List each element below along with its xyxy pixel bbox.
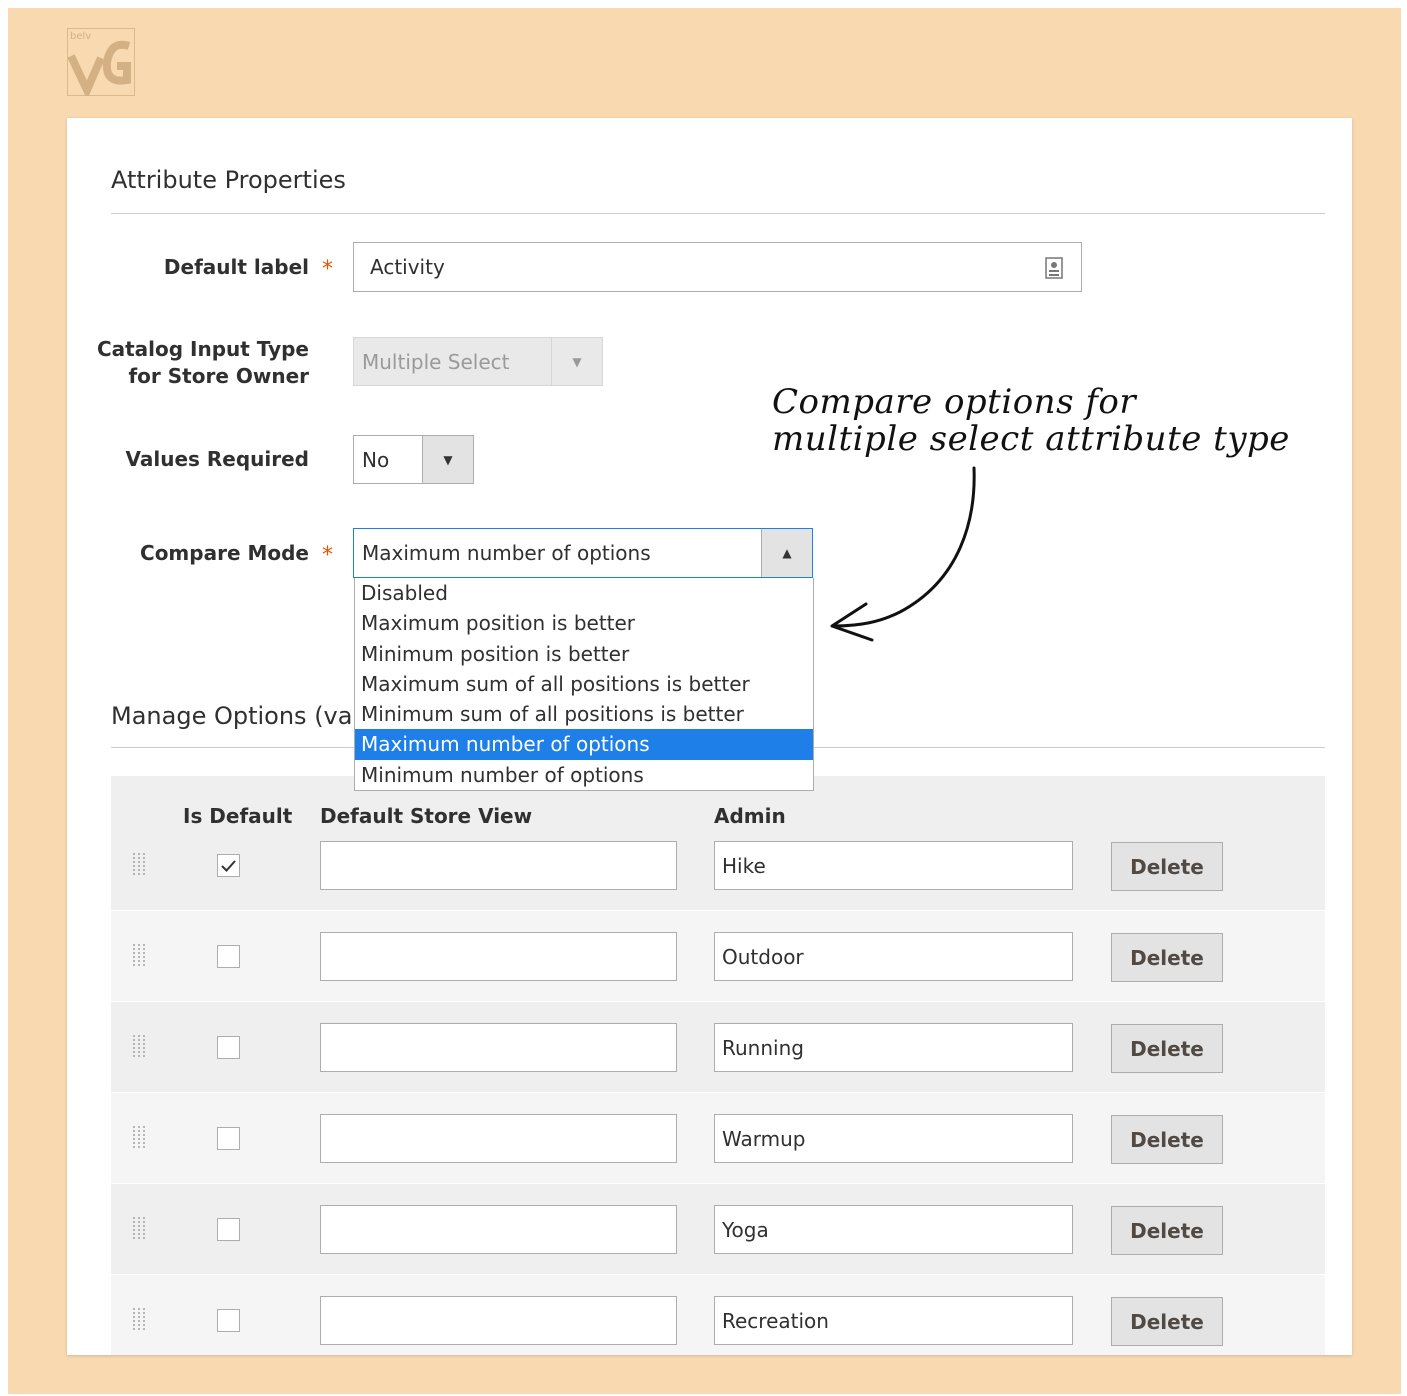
compare-mode-option-selected[interactable]: Maximum number of options — [355, 729, 813, 760]
delete-button[interactable]: Delete — [1111, 1206, 1223, 1255]
compare-mode-option[interactable]: Minimum position is better — [355, 639, 813, 669]
table-row: Outdoor Delete — [111, 911, 1325, 1002]
catalog-input-type-label-line2: for Store Owner — [128, 364, 309, 388]
compare-mode-option[interactable]: Minimum sum of all positions is better — [355, 699, 813, 729]
table-row: Yoga Delete — [111, 1184, 1325, 1275]
default-label-value: Activity — [370, 255, 445, 279]
admin-value: Outdoor — [722, 944, 804, 969]
section-divider — [111, 213, 1325, 214]
annotation-arrow-icon — [830, 466, 976, 642]
table-row: Hike Delete — [111, 820, 1325, 911]
annotation-line2: multiple select attribute type — [772, 419, 1290, 459]
is-default-checkbox[interactable] — [217, 854, 240, 877]
is-default-checkbox[interactable] — [217, 1036, 240, 1059]
delete-button[interactable]: Delete — [1111, 1024, 1223, 1073]
admin-value-input[interactable]: Warmup — [714, 1114, 1073, 1163]
catalog-input-type-value: Multiple Select — [362, 349, 510, 374]
logo-text: belv — [70, 31, 91, 42]
chevron-up-icon[interactable]: ▲ — [761, 529, 812, 577]
admin-value: Running — [722, 1035, 804, 1060]
drag-handle-icon[interactable] — [133, 1126, 147, 1148]
default-store-view-input[interactable] — [320, 1296, 677, 1345]
default-store-view-input[interactable] — [320, 1205, 677, 1254]
values-required-label: Values Required — [125, 447, 309, 471]
compare-mode-option[interactable]: Disabled — [355, 578, 813, 608]
belvg-logo-icon: belv — [67, 28, 135, 96]
compare-mode-select[interactable]: Maximum number of options ▲ — [353, 528, 813, 578]
compare-mode-dropdown[interactable]: Disabled Maximum position is better Mini… — [354, 578, 814, 792]
table-row: Warmup Delete — [111, 1093, 1325, 1184]
admin-value-input[interactable]: Recreation — [714, 1296, 1073, 1345]
admin-value: Warmup — [722, 1126, 806, 1151]
checkmark-icon — [221, 859, 236, 872]
admin-value: Recreation — [722, 1308, 829, 1333]
admin-value: Hike — [722, 853, 766, 878]
delete-button[interactable]: Delete — [1111, 1115, 1223, 1164]
values-required-select[interactable]: No ▼ — [353, 435, 474, 484]
admin-value-input[interactable]: Outdoor — [714, 932, 1073, 981]
default-store-view-input[interactable] — [320, 1114, 677, 1163]
drag-handle-icon[interactable] — [133, 1035, 147, 1057]
options-grid: Is Default Default Store View Admin Hike… — [111, 776, 1325, 1355]
default-store-view-input[interactable] — [320, 841, 677, 890]
chevron-down-icon[interactable]: ▼ — [422, 436, 473, 483]
attribute-panel: Attribute Properties Default label * Act… — [67, 118, 1352, 1355]
drag-handle-icon[interactable] — [133, 853, 147, 875]
default-label-label: Default label — [163, 255, 309, 279]
default-store-view-input[interactable] — [320, 1023, 677, 1072]
chevron-down-icon: ▼ — [551, 338, 602, 385]
catalog-input-type-select: Multiple Select ▼ — [353, 337, 603, 386]
contact-card-icon[interactable] — [1045, 257, 1063, 279]
table-row: Recreation Delete — [111, 1275, 1325, 1355]
is-default-checkbox[interactable] — [217, 1127, 240, 1150]
drag-handle-icon[interactable] — [133, 944, 147, 966]
required-mark: * — [322, 543, 333, 568]
annotation-note: Compare options for multiple select attr… — [772, 384, 1290, 458]
annotation-line1: Compare options for — [772, 382, 1137, 422]
compare-mode-value: Maximum number of options — [362, 541, 651, 565]
section-title-attribute-properties: Attribute Properties — [111, 166, 346, 194]
admin-value-input[interactable]: Hike — [714, 841, 1073, 890]
admin-value-input[interactable]: Running — [714, 1023, 1073, 1072]
admin-value-input[interactable]: Yoga — [714, 1205, 1073, 1254]
catalog-input-type-label-line1: Catalog Input Type — [96, 337, 309, 361]
table-row: Running Delete — [111, 1002, 1325, 1093]
values-required-value: No — [362, 447, 390, 472]
compare-mode-option[interactable]: Maximum sum of all positions is better — [355, 669, 813, 699]
compare-mode-option[interactable]: Maximum position is better — [355, 608, 813, 638]
compare-mode-label: Compare Mode — [140, 541, 309, 565]
required-mark: * — [322, 257, 333, 282]
compare-mode-option[interactable]: Minimum number of options — [355, 760, 813, 790]
is-default-checkbox[interactable] — [217, 945, 240, 968]
drag-handle-icon[interactable] — [133, 1217, 147, 1239]
default-label-input[interactable]: Activity — [353, 242, 1082, 292]
is-default-checkbox[interactable] — [217, 1309, 240, 1332]
delete-button[interactable]: Delete — [1111, 933, 1223, 982]
delete-button[interactable]: Delete — [1111, 842, 1223, 891]
delete-button[interactable]: Delete — [1111, 1297, 1223, 1346]
is-default-checkbox[interactable] — [217, 1218, 240, 1241]
admin-value: Yoga — [722, 1217, 769, 1242]
drag-handle-icon[interactable] — [133, 1308, 147, 1330]
section-title-manage-options: Manage Options (va — [111, 702, 353, 730]
default-store-view-input[interactable] — [320, 932, 677, 981]
catalog-input-type-label: Catalog Input Type for Store Owner — [97, 336, 309, 390]
